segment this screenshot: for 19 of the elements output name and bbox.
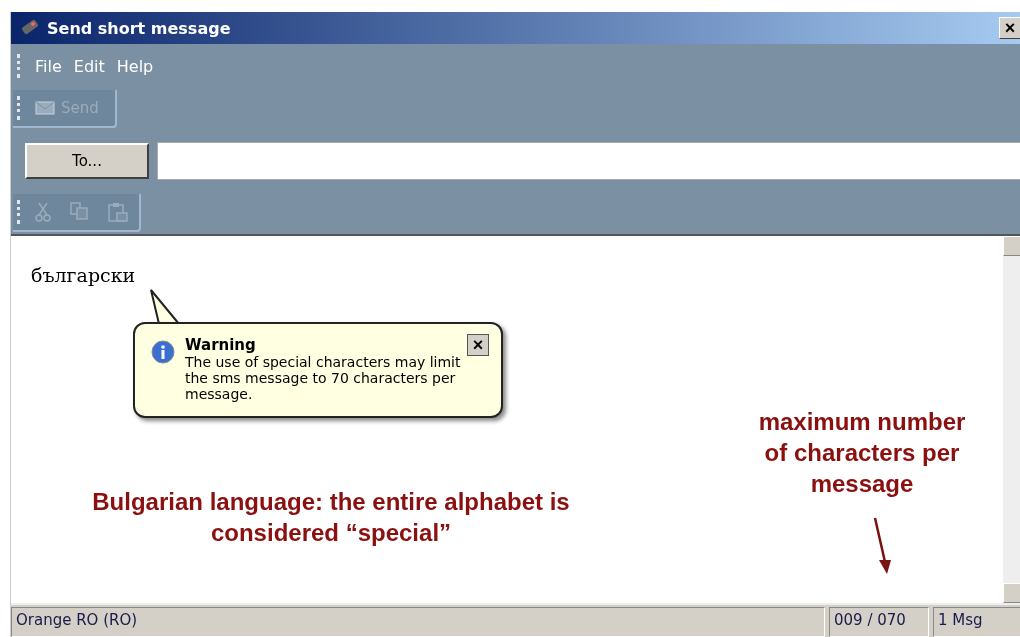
message-count: 1 Msg — [933, 607, 1020, 637]
envelope-icon — [35, 101, 55, 115]
info-icon — [151, 340, 175, 364]
scrollbar[interactable] — [1003, 236, 1020, 603]
balloon-title: Warning — [185, 336, 256, 354]
window-title: Send short message — [47, 18, 232, 38]
annotation-text: Bulgarian language: the entire alphabet is considered “special” — [91, 487, 571, 549]
paste-icon[interactable] — [107, 201, 129, 223]
close-button[interactable]: × — [467, 334, 489, 356]
cut-icon[interactable] — [35, 201, 51, 223]
copy-icon[interactable] — [69, 201, 89, 221]
message-text[interactable]: български — [31, 264, 983, 286]
to-button[interactable]: To... — [25, 143, 149, 179]
annotation-text: maximum number of characters per message — [757, 407, 967, 500]
balloon-text: The use of special characters may limit the sms message to 70 characters per message. — [185, 354, 462, 402]
close-button[interactable]: × — [999, 17, 1020, 39]
character-count: 009 / 070 — [829, 607, 929, 637]
recipient-field[interactable] — [157, 142, 1020, 180]
network-status: Orange RO (RO) — [11, 607, 825, 637]
